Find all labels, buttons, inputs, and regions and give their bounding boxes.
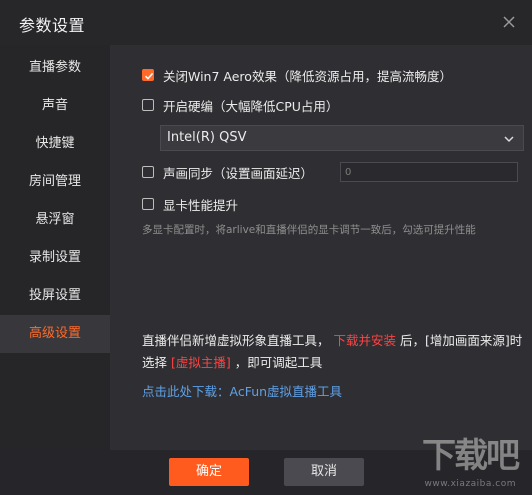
- sidebar-item-hotkeys[interactable]: 快捷键: [0, 125, 110, 163]
- confirm-button[interactable]: 确定: [169, 458, 249, 486]
- gpu-boost-label: 显卡性能提升: [163, 197, 239, 213]
- chevron-down-icon: [504, 136, 514, 143]
- promo-text-3: ，即可调起工具: [234, 355, 323, 370]
- close-button[interactable]: [500, 13, 518, 31]
- hw-encode-option[interactable]: 开启硬编（大幅降低CPU占用）: [142, 96, 338, 114]
- sidebar-item-room-management[interactable]: 房间管理: [0, 163, 110, 201]
- gpu-hint-text: 多显卡配置时，将arlive和直播伴侣的显卡调节一致后，勾选可提升性能: [142, 224, 476, 236]
- encoder-select[interactable]: Intel(R) QSV: [160, 125, 524, 151]
- encoder-select-value: Intel(R) QSV: [167, 130, 247, 145]
- av-sync-option[interactable]: 声画同步（设置画面延迟）: [142, 163, 313, 181]
- aero-label: 关闭Win7 Aero效果（降低资源占用，提高流畅度）: [163, 68, 452, 84]
- checkmark-icon: [144, 72, 154, 80]
- download-tool-link[interactable]: 点击此处下载：AcFun虚拟直播工具: [142, 381, 342, 400]
- title-bar: 参数设置: [0, 0, 532, 45]
- watermark-url: www.xiazaiba.com: [424, 479, 516, 489]
- advanced-settings-panel: 关闭Win7 Aero效果（降低资源占用，提高流畅度） 开启硬编（大幅降低CPU…: [110, 45, 532, 450]
- site-watermark: 下载吧 www.xiazaiba.com: [406, 433, 526, 491]
- watermark-logo: 下载吧: [422, 436, 520, 476]
- hw-encode-checkbox[interactable]: [142, 99, 154, 111]
- sidebar-nav: 直播参数 声音 快捷键 房间管理 悬浮窗 录制设置 投屏设置 高级设置: [0, 45, 110, 450]
- sidebar-item-live-params[interactable]: 直播参数: [0, 49, 110, 87]
- dialog-title: 参数设置: [19, 16, 86, 35]
- promo-highlight-virtual-anchor: [虚拟主播]: [171, 355, 231, 370]
- sidebar-item-screen-cast[interactable]: 投屏设置: [0, 277, 110, 315]
- promo-text-1: 直播伴侣新增虚拟形象直播工具，: [142, 333, 330, 348]
- sidebar-item-advanced[interactable]: 高级设置: [0, 315, 110, 353]
- gpu-boost-option[interactable]: 显卡性能提升: [142, 195, 238, 213]
- virtual-anchor-promo: 直播伴侣新增虚拟形象直播工具， 下载并安装 后，[增加画面来源]时选择 [虚拟主…: [142, 330, 524, 374]
- sidebar-item-floating-window[interactable]: 悬浮窗: [0, 201, 110, 239]
- av-sync-label: 声画同步（设置画面延迟）: [163, 165, 314, 181]
- aero-option[interactable]: 关闭Win7 Aero效果（降低资源占用，提高流畅度）: [142, 66, 452, 84]
- cancel-button[interactable]: 取消: [284, 458, 364, 486]
- delay-input[interactable]: [340, 162, 518, 182]
- settings-dialog: 参数设置 直播参数 声音 快捷键 房间管理 悬浮窗 录制设置 投屏设置 高级设置…: [0, 0, 532, 495]
- gpu-boost-checkbox[interactable]: [142, 198, 154, 210]
- sidebar-item-sound[interactable]: 声音: [0, 87, 110, 125]
- sidebar-item-recording[interactable]: 录制设置: [0, 239, 110, 277]
- av-sync-checkbox[interactable]: [142, 166, 154, 178]
- promo-highlight-download: 下载并安装: [333, 333, 397, 348]
- hw-encode-label: 开启硬编（大幅降低CPU占用）: [163, 98, 339, 114]
- close-icon: [503, 16, 515, 28]
- aero-checkbox[interactable]: [142, 69, 154, 81]
